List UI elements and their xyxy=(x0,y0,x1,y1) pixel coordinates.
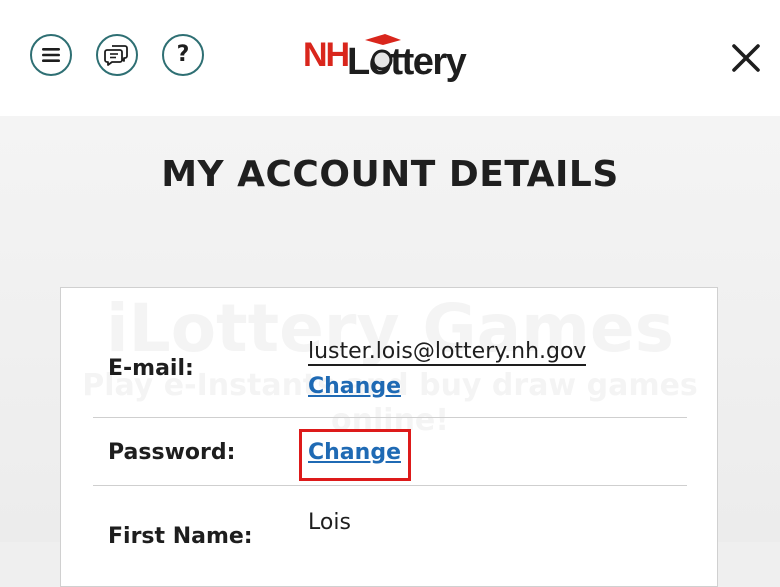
email-value: luster.lois@lottery.nh.gov xyxy=(308,339,587,366)
close-button[interactable] xyxy=(728,40,764,76)
email-label: E-mail: xyxy=(108,356,194,381)
email-change-link[interactable]: Change xyxy=(308,374,401,399)
top-header: ? NH Lottery xyxy=(0,0,780,116)
password-label: Password: xyxy=(108,440,236,465)
menu-button[interactable] xyxy=(30,34,72,76)
close-x-icon xyxy=(732,44,760,72)
email-row: E-mail: luster.lois@lottery.nh.gov Chang… xyxy=(93,288,687,418)
account-details-card: iLottery Games Play e-Instants and buy d… xyxy=(60,287,718,587)
page-title: MY ACCOUNT DETAILS xyxy=(161,154,619,195)
first-name-value: Lois xyxy=(308,510,351,535)
highlight-box xyxy=(299,429,411,481)
logo-nh-text: NH xyxy=(303,36,349,74)
hamburger-menu-icon xyxy=(42,48,60,62)
nh-lottery-logo[interactable]: NH Lottery xyxy=(303,30,477,82)
first-name-row: First Name: Lois xyxy=(93,486,687,586)
question-mark-icon: ? xyxy=(176,42,190,67)
chat-button[interactable] xyxy=(96,34,138,76)
first-name-label: First Name: xyxy=(108,524,253,549)
help-button[interactable]: ? xyxy=(162,34,204,76)
chat-bubbles-icon xyxy=(104,45,128,66)
logo-ball-icon xyxy=(371,49,393,71)
logo-lottery-text: Lottery xyxy=(347,41,467,82)
